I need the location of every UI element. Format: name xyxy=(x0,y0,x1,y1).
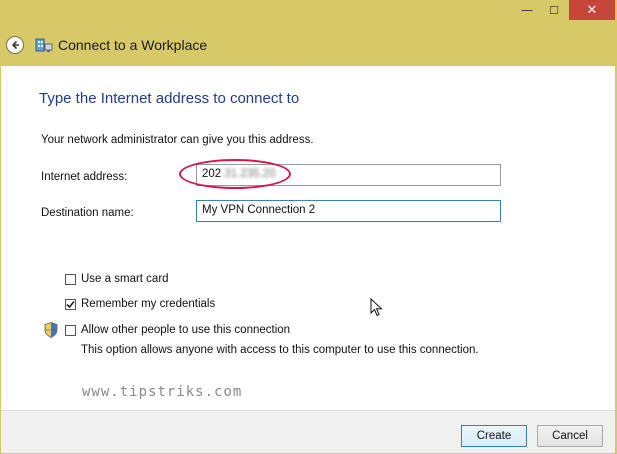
network-workplace-icon xyxy=(35,38,53,52)
wizard-footer: Create Cancel xyxy=(1,410,615,453)
watermark-text: www.tipstriks.com xyxy=(82,384,243,400)
wizard-window: — ☐ ✕ Connect to a Workplace Type the In… xyxy=(0,0,617,454)
smart-card-option[interactable]: Use a smart card xyxy=(65,273,169,285)
wizard-header: Connect to a Workplace xyxy=(0,24,617,66)
mouse-pointer-icon xyxy=(370,298,383,317)
checkmark-icon xyxy=(66,300,75,308)
create-button[interactable]: Create xyxy=(461,425,527,447)
remember-credentials-checkbox[interactable] xyxy=(65,298,76,310)
remember-credentials-option[interactable]: Remember my credentials xyxy=(65,298,215,310)
wizard-title: Connect to a Workplace xyxy=(58,37,208,53)
uac-shield-icon xyxy=(44,322,58,338)
smart-card-checkbox[interactable] xyxy=(65,273,76,285)
destination-name-input[interactable]: My VPN Connection 2 xyxy=(196,200,501,222)
cancel-button[interactable]: Cancel xyxy=(537,425,603,447)
arrow-left-icon xyxy=(11,40,19,50)
page-description: Your network administrator can give you … xyxy=(41,134,314,146)
page-heading: Type the Internet address to connect to xyxy=(39,90,300,107)
highlight-annotation xyxy=(179,159,291,189)
minimize-button[interactable]: — xyxy=(514,0,540,20)
maximize-button[interactable]: ☐ xyxy=(541,0,567,20)
back-button[interactable] xyxy=(6,36,24,54)
allow-others-option[interactable]: Allow other people to use this connectio… xyxy=(65,324,290,336)
allow-others-checkbox[interactable] xyxy=(65,324,76,336)
allow-others-note: This option allows anyone with access to… xyxy=(81,344,479,356)
internet-address-label: Internet address: xyxy=(41,171,128,183)
allow-others-label: Allow other people to use this connectio… xyxy=(81,324,291,336)
wizard-content: Type the Internet address to connect to … xyxy=(1,66,615,410)
remember-credentials-label: Remember my credentials xyxy=(81,298,216,310)
title-bar: — ☐ ✕ xyxy=(0,0,617,24)
close-button[interactable]: ✕ xyxy=(569,0,615,20)
destination-name-value: My VPN Connection 2 xyxy=(202,204,316,216)
destination-name-label: Destination name: xyxy=(41,207,134,219)
smart-card-label: Use a smart card xyxy=(81,273,169,285)
